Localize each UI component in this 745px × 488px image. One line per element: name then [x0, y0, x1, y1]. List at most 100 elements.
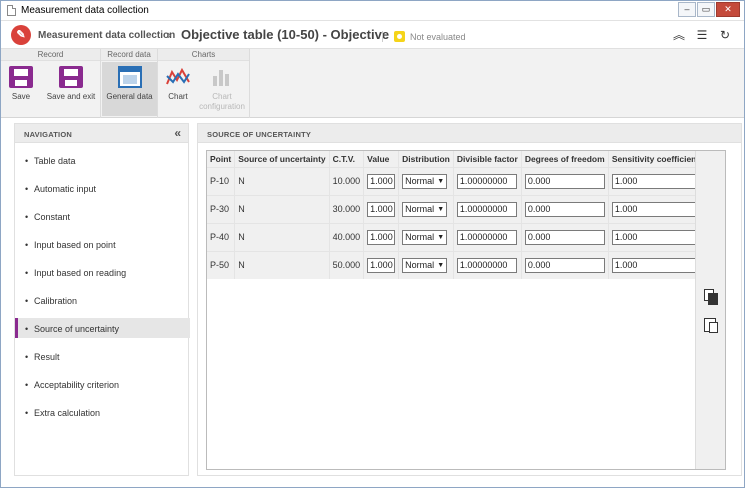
column-header-source: Source of uncertainty: [234, 151, 330, 167]
sensitivity-input[interactable]: 1.000: [611, 229, 696, 245]
close-button[interactable]: ✕: [716, 2, 740, 17]
uncertainty-table: Point Source of uncertainty C.T.V. Value…: [207, 151, 704, 279]
column-header-point: Point: [207, 151, 236, 167]
chevron-down-icon: ▼: [437, 177, 445, 185]
nav-item-table-data[interactable]: • Table data: [15, 150, 190, 170]
bullet: •: [25, 324, 29, 334]
nav-item-acceptability-criterion[interactable]: • Acceptability criterion: [15, 374, 190, 394]
nav-item-input-based-on-point[interactable]: • Input based on point: [15, 234, 190, 254]
distribution-select[interactable]: Normal ▼: [402, 201, 448, 217]
chart-configuration-button[interactable]: Chart configuration: [196, 62, 248, 116]
bullet: •: [25, 296, 29, 306]
nav-item-calibration[interactable]: • Calibration: [15, 290, 190, 310]
cell-point: P-50: [207, 250, 236, 279]
sensitivity-input[interactable]: 1.000: [611, 201, 696, 217]
nav-item-label: Calibration: [34, 296, 78, 306]
general-data-button[interactable]: General data: [102, 62, 157, 116]
save-exit-icon: [59, 66, 83, 88]
header-actions: ︽ ☰ ↻: [663, 28, 732, 42]
page-header: ✎ Measurement data collection › Objectiv…: [1, 22, 744, 48]
cell-source: N: [234, 250, 330, 279]
value-input[interactable]: 1.000: [367, 173, 396, 189]
minimize-button[interactable]: –: [678, 2, 696, 17]
collapse-nav-icon[interactable]: «: [174, 126, 181, 140]
chevron-down-icon: ▼: [437, 205, 445, 213]
table-row: P-40 N 40.000 1.000 Normal ▼ 1.00000000 0…: [207, 222, 704, 251]
ribbon-group-label: Record: [1, 49, 100, 61]
ribbon-group-charts: Charts Chart Chart configuration: [158, 49, 250, 118]
nav-item-label: Source of uncertainty: [34, 324, 120, 334]
bullet: •: [25, 408, 29, 418]
list-icon[interactable]: ☰: [695, 28, 709, 42]
refresh-icon[interactable]: ↻: [718, 28, 732, 42]
divisible-factor-input[interactable]: 1.00000000: [456, 257, 517, 273]
cell-point: P-40: [207, 222, 236, 251]
save-icon: [9, 66, 33, 88]
bullet: •: [25, 240, 29, 250]
distribution-select[interactable]: Normal ▼: [402, 229, 448, 245]
breadcrumb-root[interactable]: Measurement data collection: [38, 30, 175, 41]
cell-ctv: 10.000: [329, 166, 365, 195]
section-title: SOURCE OF UNCERTAINTY: [207, 130, 312, 139]
chart-button[interactable]: Chart: [162, 62, 194, 116]
distribution-value: Normal: [405, 175, 435, 186]
table-header-row: Point Source of uncertainty C.T.V. Value…: [207, 151, 704, 167]
ribbon-group-label: Record data: [101, 49, 157, 61]
distribution-select[interactable]: Normal ▼: [402, 257, 448, 273]
collapse-up-icon[interactable]: ︽: [672, 28, 686, 42]
page-title: Objective table (10-50) - Objective: [181, 27, 390, 42]
sensitivity-input[interactable]: 1.000: [611, 173, 696, 189]
save-and-exit-label: Save and exit: [46, 92, 96, 101]
nav-item-source-of-uncertainty[interactable]: • Source of uncertainty: [15, 318, 190, 338]
status-icon: [394, 31, 405, 42]
ribbon-group-label: Charts: [158, 49, 249, 61]
column-header-divisible-factor: Divisible factor: [453, 151, 522, 167]
column-header-value: Value: [363, 151, 400, 167]
nav-item-label: Constant: [34, 212, 71, 222]
value-input[interactable]: 1.000: [367, 257, 396, 273]
window-controls: – ▭ ✕: [677, 2, 740, 17]
breadcrumb-separator: ›: [167, 27, 172, 42]
cell-ctv: 40.000: [329, 222, 365, 251]
ribbon-toolbar: Record Save Save and exit Record data Ge…: [1, 48, 744, 118]
cell-source: N: [234, 222, 330, 251]
maximize-button[interactable]: ▭: [697, 2, 715, 17]
cell-source: N: [234, 194, 330, 223]
save-and-exit-button[interactable]: Save and exit: [43, 62, 99, 116]
chevron-down-icon: ▼: [437, 233, 445, 241]
nav-item-input-based-on-reading[interactable]: • Input based on reading: [15, 262, 190, 282]
nav-item-label: Result: [34, 352, 60, 362]
navigation-header: NAVIGATION «: [15, 124, 188, 143]
nav-item-automatic-input[interactable]: • Automatic input: [15, 178, 190, 198]
save-button[interactable]: Save: [5, 62, 37, 116]
cell-point: P-10: [207, 166, 236, 195]
bullet: •: [25, 352, 29, 362]
column-header-degrees-of-freedom: Degrees of freedom: [521, 151, 609, 167]
chart-config-icon: [210, 66, 234, 88]
table-row: P-30 N 30.000 1.000 Normal ▼ 1.00000000 0…: [207, 194, 704, 223]
section-header: SOURCE OF UNCERTAINTY: [198, 124, 741, 143]
divisible-factor-input[interactable]: 1.00000000: [456, 229, 517, 245]
title-bar: Measurement data collection – ▭ ✕: [1, 1, 744, 21]
value-input[interactable]: 1.000: [367, 201, 396, 217]
distribution-value: Normal: [405, 203, 435, 214]
degrees-of-freedom-input[interactable]: 0.000: [524, 173, 605, 189]
nav-item-constant[interactable]: • Constant: [15, 206, 190, 226]
paste-icon[interactable]: [704, 316, 718, 333]
divisible-factor-input[interactable]: 1.00000000: [456, 173, 517, 189]
document-icon: [7, 5, 16, 16]
divisible-factor-input[interactable]: 1.00000000: [456, 201, 517, 217]
degrees-of-freedom-input[interactable]: 0.000: [524, 257, 605, 273]
degrees-of-freedom-input[interactable]: 0.000: [524, 229, 605, 245]
degrees-of-freedom-input[interactable]: 0.000: [524, 201, 605, 217]
nav-item-result[interactable]: • Result: [15, 346, 190, 366]
copy-icon[interactable]: [704, 289, 718, 305]
distribution-select[interactable]: Normal ▼: [402, 173, 448, 189]
grid-side-toolbar: [695, 151, 725, 469]
sensitivity-input[interactable]: 1.000: [611, 257, 696, 273]
value-input[interactable]: 1.000: [367, 229, 396, 245]
cell-ctv: 50.000: [329, 250, 365, 279]
nav-item-extra-calculation[interactable]: • Extra calculation: [15, 402, 190, 422]
nav-item-label: Input based on point: [34, 240, 116, 250]
cell-point: P-30: [207, 194, 236, 223]
